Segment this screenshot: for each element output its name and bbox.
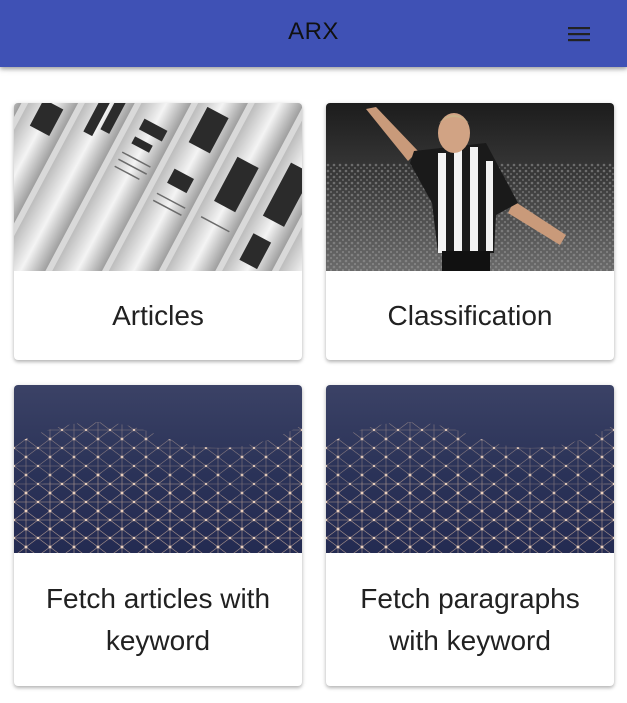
hamburger-menu-icon	[568, 27, 590, 42]
card-title: Classification	[387, 299, 553, 331]
card-fetch-articles[interactable]: Fetch articles with keyword	[14, 385, 302, 686]
card-articles[interactable]: Articles	[14, 103, 302, 360]
card-title: Fetch articles with keyword	[45, 582, 271, 656]
newspapers-image	[14, 103, 302, 271]
network-mesh-image	[14, 385, 302, 553]
network-mesh-image	[326, 385, 614, 553]
app-title: ARX	[288, 18, 339, 45]
card-fetch-paragraphs[interactable]: Fetch paragraphs with keyword	[326, 385, 614, 686]
soccer-player-image	[326, 103, 614, 271]
card-classification[interactable]: Classification	[326, 103, 614, 360]
card-title: Articles	[112, 299, 204, 331]
card-title: Fetch paragraphs with keyword	[360, 582, 580, 656]
app-bar: ARX	[0, 0, 627, 67]
menu-button[interactable]	[560, 20, 598, 48]
